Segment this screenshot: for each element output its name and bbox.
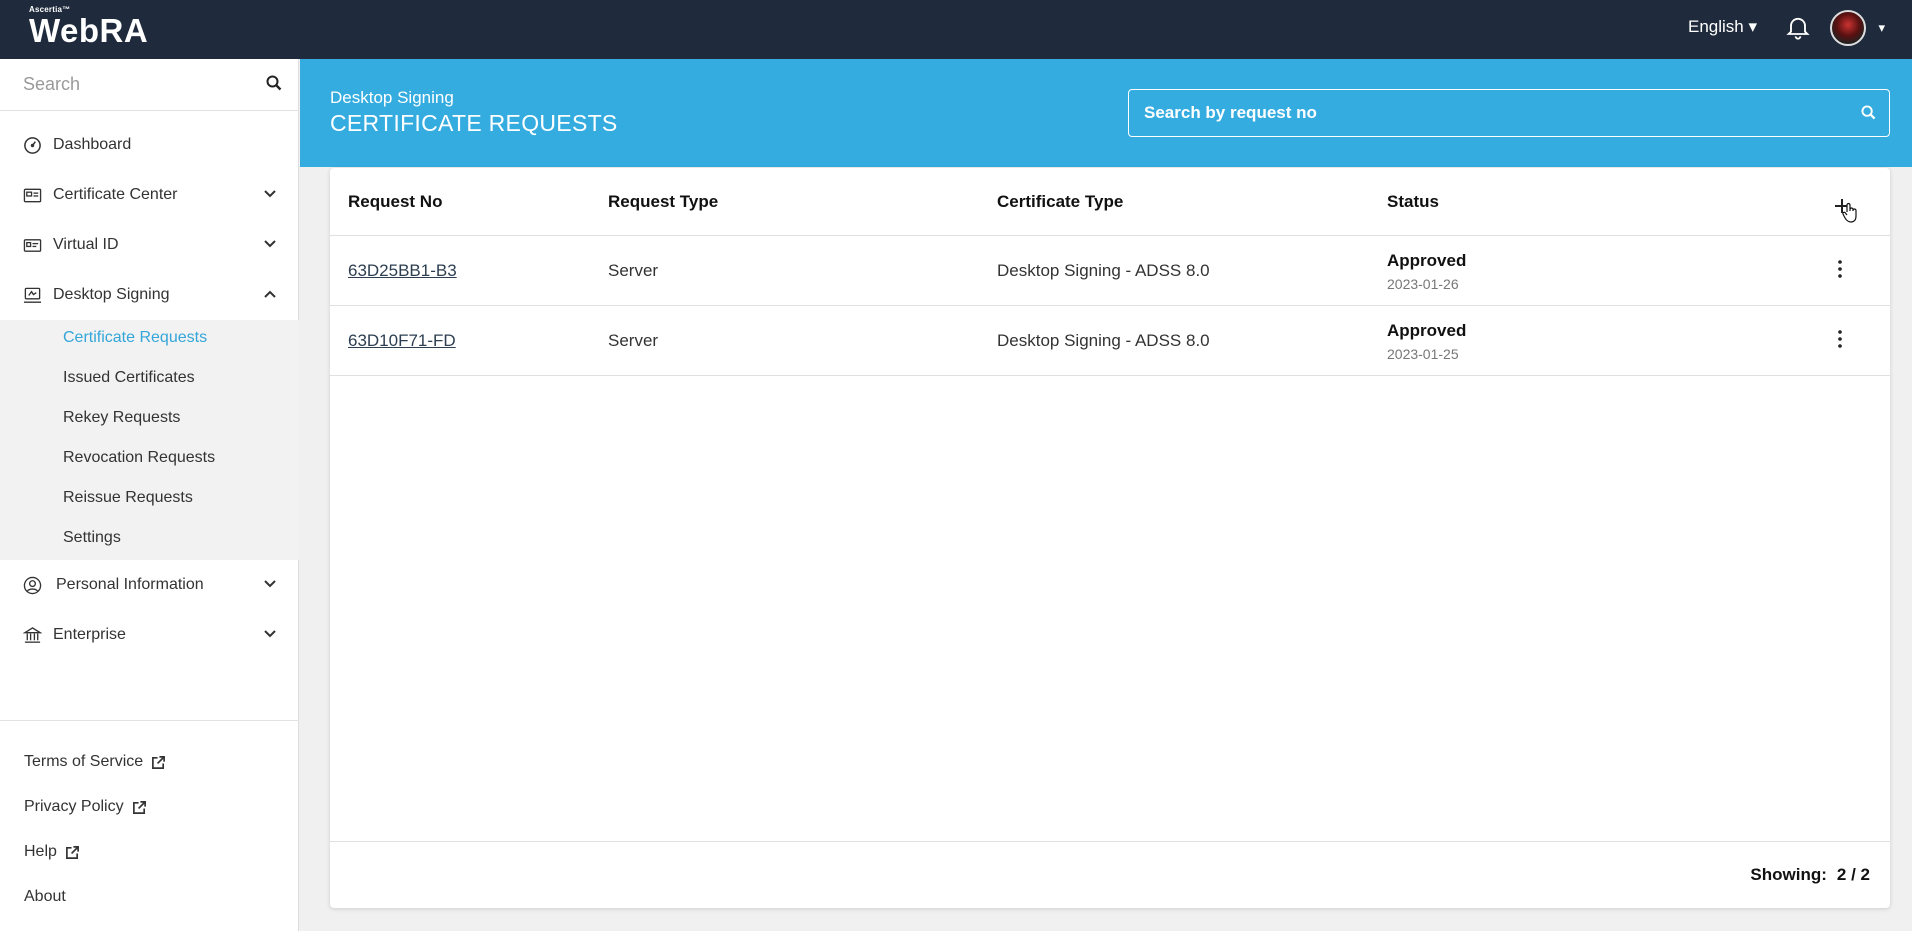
request-search [1128, 89, 1890, 137]
id-card-icon [23, 239, 42, 252]
header-divider [330, 235, 1890, 236]
sidebar-search [0, 59, 298, 111]
desktop-signing-icon [23, 287, 42, 303]
row-actions-icon[interactable] [1835, 329, 1845, 349]
row-actions-icon[interactable] [1835, 259, 1845, 279]
page-subtitle: Desktop Signing [330, 88, 454, 107]
sidebar-subitem-revocation-requests[interactable]: Revocation Requests [63, 449, 215, 467]
column-header-request-type[interactable]: Request Type [608, 192, 718, 212]
sidebar-subitem-certificate-requests[interactable]: Certificate Requests [63, 329, 207, 347]
sidebar-item-certificate-center[interactable]: Certificate Center [0, 175, 299, 215]
brand-name: WebRA [29, 12, 149, 49]
footer-divider [330, 841, 1890, 842]
terms-of-service-link[interactable]: Terms of Service [24, 753, 166, 771]
showing-count: 2 / 2 [1836, 865, 1870, 884]
privacy-policy-link[interactable]: Privacy Policy [24, 798, 147, 816]
top-bar: Ascertia™ WebRA English ▾ ▾ [0, 0, 1912, 59]
column-header-request-no[interactable]: Request No [348, 192, 442, 212]
status-date: 2023-01-25 [1387, 346, 1459, 362]
sidebar-item-label: Dashboard [53, 136, 132, 153]
search-icon[interactable] [266, 75, 282, 91]
requests-card: Request No Request Type Certificate Type… [330, 168, 1890, 908]
bank-icon [23, 627, 42, 643]
help-label: Help [24, 843, 57, 860]
sidebar-item-enterprise[interactable]: Enterprise [0, 615, 299, 655]
request-no-link[interactable]: 63D25BB1-B3 [348, 261, 457, 281]
pagination-summary: Showing: 2 / 2 [1750, 865, 1870, 885]
sidebar-item-dashboard[interactable]: Dashboard [0, 125, 299, 165]
certificate-icon [23, 188, 42, 203]
chevron-up-icon [264, 290, 276, 298]
sidebar-search-input[interactable] [0, 59, 240, 109]
sidebar-item-personal-information[interactable]: Personal Information [0, 565, 299, 605]
external-link-icon [152, 755, 166, 769]
status-date: 2023-01-26 [1387, 276, 1459, 292]
notification-bell-icon[interactable] [1784, 13, 1812, 41]
sidebar-item-desktop-signing[interactable]: Desktop Signing [0, 275, 299, 315]
sidebar-subitem-rekey-requests[interactable]: Rekey Requests [63, 409, 180, 427]
sidebar-item-label: Virtual ID [53, 236, 119, 253]
sidebar-subitem-settings[interactable]: Settings [63, 529, 121, 547]
sidebar-item-label: Desktop Signing [53, 286, 170, 303]
external-link-icon [132, 800, 146, 814]
sidebar-item-label: Enterprise [53, 626, 126, 643]
user-circle-icon [23, 576, 42, 595]
language-selector[interactable]: English ▾ [1688, 17, 1757, 37]
desktop-signing-submenu: Certificate Requests Issued Certificates… [0, 320, 299, 560]
chevron-down-icon [264, 190, 276, 198]
request-type-cell: Server [608, 261, 659, 280]
user-menu-caret-icon[interactable]: ▾ [1878, 20, 1885, 36]
showing-label: Showing: [1750, 865, 1827, 884]
chevron-down-icon [264, 580, 276, 588]
user-avatar[interactable] [1830, 10, 1866, 46]
column-header-status[interactable]: Status [1387, 192, 1439, 212]
page-title: CERTIFICATE REQUESTS [330, 110, 618, 136]
app-logo[interactable]: Ascertia™ WebRA [29, 5, 148, 48]
about-label: About [24, 888, 66, 905]
sidebar: Dashboard Certificate Center Virtual ID … [0, 59, 299, 931]
terms-of-service-label: Terms of Service [24, 753, 144, 770]
sidebar-subitem-issued-certificates[interactable]: Issued Certificates [63, 369, 195, 387]
dashboard-icon [24, 137, 41, 154]
sidebar-subitem-reissue-requests[interactable]: Reissue Requests [63, 489, 193, 507]
request-type-cell: Server [608, 331, 659, 350]
row-divider [330, 305, 1890, 306]
sidebar-item-label: Personal Information [56, 576, 204, 593]
help-link[interactable]: Help [24, 843, 80, 861]
certificate-type-cell: Desktop Signing - ADSS 8.0 [997, 331, 1210, 350]
certificate-type-cell: Desktop Signing - ADSS 8.0 [997, 261, 1210, 280]
column-header-certificate-type[interactable]: Certificate Type [997, 192, 1123, 212]
hand-cursor-icon [1842, 202, 1857, 223]
chevron-down-icon [264, 240, 276, 248]
about-link[interactable]: About [24, 888, 66, 906]
sidebar-item-virtual-id[interactable]: Virtual ID [0, 225, 299, 265]
privacy-policy-label: Privacy Policy [24, 798, 124, 815]
status-badge: Approved [1387, 321, 1467, 340]
request-search-input[interactable] [1129, 90, 1829, 136]
chevron-down-icon [264, 630, 276, 638]
status-badge: Approved [1387, 251, 1467, 270]
row-divider [330, 375, 1890, 376]
search-icon[interactable] [1861, 105, 1876, 120]
sidebar-item-label: Certificate Center [53, 186, 178, 203]
sidebar-divider [0, 720, 299, 721]
request-no-link[interactable]: 63D10F71-FD [348, 331, 456, 351]
external-link-icon [65, 845, 79, 859]
